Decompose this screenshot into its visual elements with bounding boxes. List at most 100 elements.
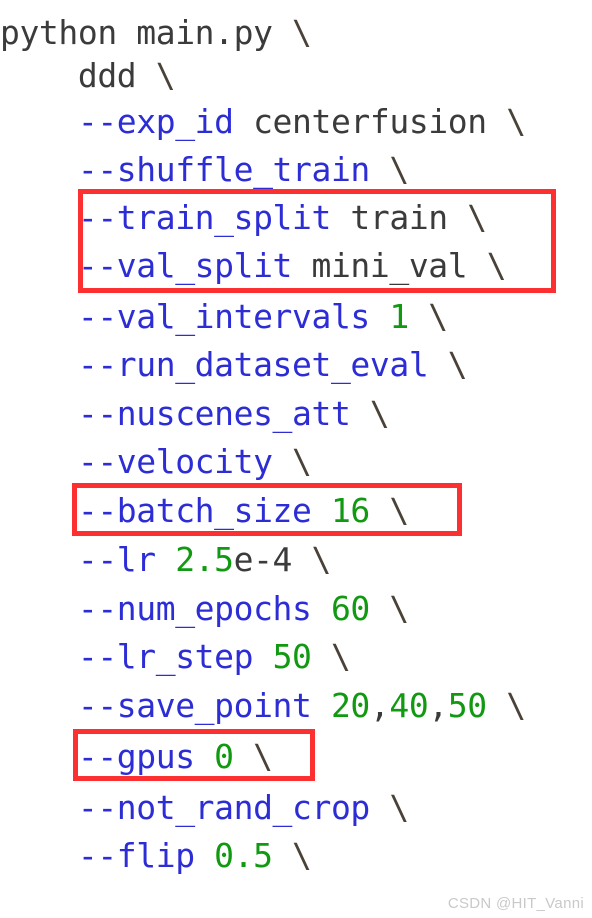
code-token-continuation: \ bbox=[389, 589, 409, 628]
code-token-flag: --shuffle_train bbox=[77, 150, 370, 189]
code-token-continuation: \ bbox=[292, 13, 312, 52]
code-token-plain: e-4 bbox=[233, 540, 293, 579]
code-token-continuation: \ bbox=[389, 491, 409, 530]
code-token-flag: --val_split bbox=[77, 246, 293, 285]
code-line: --exp_id centerfusion \ bbox=[0, 97, 526, 146]
code-token-plain: centerfusion bbox=[233, 102, 507, 141]
code-token-continuation: \ bbox=[311, 540, 332, 579]
code-token-number: 60 bbox=[330, 589, 370, 628]
code-token-continuation: \ bbox=[506, 686, 526, 725]
code-token-flag: --run_dataset_eval bbox=[77, 345, 429, 384]
code-token-continuation: \ bbox=[389, 150, 409, 189]
code-token-flag: --lr bbox=[77, 540, 156, 579]
code-line: --num_epochs 60 \ bbox=[0, 584, 409, 633]
code-token-continuation: \ bbox=[369, 394, 390, 433]
code-token-number: 50 bbox=[447, 686, 487, 725]
code-token-flag: --train_split bbox=[77, 198, 331, 237]
code-token-plain: python main.py bbox=[0, 13, 293, 52]
code-line: --flip 0.5 \ bbox=[0, 831, 312, 880]
code-token-continuation: \ bbox=[330, 637, 351, 676]
code-token-number: 16 bbox=[330, 491, 370, 530]
code-token-continuation: \ bbox=[428, 297, 448, 336]
code-line: --lr_step 50 \ bbox=[0, 632, 351, 681]
code-line: --velocity \ bbox=[0, 437, 312, 486]
code-line: --lr 2.5e-4 \ bbox=[0, 535, 332, 584]
code-token-continuation: \ bbox=[447, 345, 468, 384]
code-line: --gpus 0 \ bbox=[0, 732, 273, 781]
code-line: ddd \ bbox=[0, 51, 176, 100]
code-token-continuation: \ bbox=[506, 102, 526, 141]
code-token-number: 40 bbox=[389, 686, 429, 725]
code-token-flag: --nuscenes_att bbox=[77, 394, 351, 433]
code-token-flag: --not_rand_crop bbox=[77, 788, 370, 827]
code-token-number: 20 bbox=[330, 686, 370, 725]
code-token-flag: --flip bbox=[77, 836, 195, 875]
code-token-number: 0.5 bbox=[214, 836, 273, 875]
code-token-plain: train bbox=[330, 198, 468, 237]
code-line: python main.py \ bbox=[0, 8, 312, 57]
code-token-plain: , bbox=[369, 686, 390, 725]
code-token-continuation: \ bbox=[292, 442, 312, 481]
code-token-flag: --save_point bbox=[77, 686, 312, 725]
code-token-flag: --batch_size bbox=[77, 491, 312, 530]
code-line: --train_split train \ bbox=[0, 193, 487, 242]
code-token-plain: , bbox=[428, 686, 448, 725]
code-token-flag: --exp_id bbox=[77, 102, 234, 141]
code-line: --save_point 20,40,50 \ bbox=[0, 681, 526, 730]
code-token-continuation: \ bbox=[155, 56, 176, 95]
code-token-plain: mini_val bbox=[292, 246, 487, 285]
code-token-flag: --velocity bbox=[77, 442, 273, 481]
code-token-continuation: \ bbox=[253, 737, 273, 776]
code-token-number: 2.5 bbox=[175, 540, 234, 579]
code-line: --shuffle_train \ bbox=[0, 145, 409, 194]
code-line: --run_dataset_eval \ bbox=[0, 340, 468, 389]
code-token-continuation: \ bbox=[467, 198, 487, 237]
code-line: --batch_size 16 \ bbox=[0, 486, 409, 535]
watermark-text: CSDN @HIT_Vanni bbox=[447, 895, 584, 912]
code-token-flag: --gpus bbox=[77, 737, 195, 776]
code-token-continuation: \ bbox=[389, 788, 409, 827]
code-token-number: 1 bbox=[389, 297, 409, 336]
code-snippet-block: python main.py \ ddd \ --exp_id centerfu… bbox=[0, 0, 592, 918]
code-token-flag: --val_intervals bbox=[77, 297, 370, 336]
code-line: --nuscenes_att \ bbox=[0, 389, 390, 438]
code-token-number: 0 bbox=[214, 737, 234, 776]
code-token-flag: --num_epochs bbox=[77, 589, 312, 628]
code-line: --val_intervals 1 \ bbox=[0, 292, 448, 341]
code-token-number: 50 bbox=[272, 637, 312, 676]
code-token-flag: --lr_step bbox=[77, 637, 254, 676]
code-line: --not_rand_crop \ bbox=[0, 783, 409, 832]
